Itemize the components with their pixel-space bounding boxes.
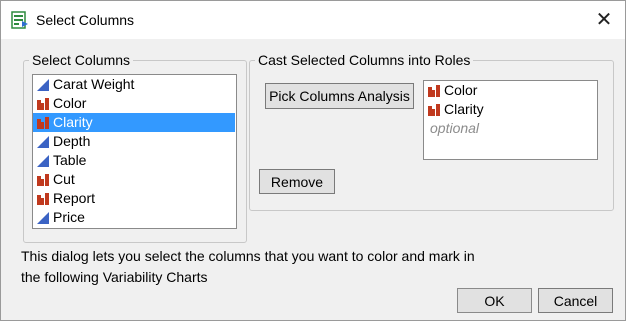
column-item-report[interactable]: Report	[33, 189, 236, 208]
pick-columns-analysis-button[interactable]: Pick Columns Analysis	[265, 83, 414, 109]
column-item-label: Report	[53, 190, 96, 206]
column-item-table[interactable]: Table	[33, 151, 236, 170]
info-text: This dialog lets you select the columns …	[21, 248, 475, 285]
column-item-label: Price	[53, 209, 85, 225]
column-item-label: Clarity	[53, 114, 93, 130]
continuous-icon	[37, 136, 49, 148]
select-columns-dialog: Select Columns ✕ Select Columns Carat We…	[0, 0, 626, 321]
column-item-color[interactable]: Color	[33, 94, 236, 113]
nominal-icon	[428, 104, 440, 116]
select-columns-label: Select Columns	[32, 52, 131, 68]
dialog-title: Select Columns	[36, 12, 135, 28]
continuous-icon	[37, 155, 49, 167]
column-item-carat-weight[interactable]: Carat Weight	[33, 75, 236, 94]
column-item-label: Carat Weight	[53, 76, 135, 92]
column-item-cut[interactable]: Cut	[33, 170, 236, 189]
role-item-color[interactable]: Color	[424, 81, 597, 100]
role-item-label: Clarity	[444, 101, 484, 117]
role-item-label: Color	[444, 82, 478, 98]
optional-placeholder: optional	[430, 120, 480, 136]
column-item-label: Color	[53, 95, 87, 111]
column-item-clarity[interactable]: Clarity	[33, 113, 235, 132]
app-icon	[11, 11, 28, 29]
title-bar: Select Columns ✕	[1, 1, 625, 39]
nominal-icon	[428, 85, 440, 97]
column-item-label: Cut	[53, 171, 75, 187]
ok-button[interactable]: OK	[457, 288, 532, 313]
column-item-label: Table	[53, 152, 87, 168]
cast-roles-label: Cast Selected Columns into Roles	[258, 52, 471, 68]
nominal-icon	[37, 98, 49, 110]
column-item-price[interactable]: Price	[33, 208, 236, 227]
role-item-clarity[interactable]: Clarity	[424, 100, 597, 119]
continuous-icon	[37, 212, 49, 224]
close-button[interactable]: ✕	[593, 9, 615, 31]
cancel-button[interactable]: Cancel	[538, 288, 613, 313]
column-item-depth[interactable]: Depth	[33, 132, 236, 151]
column-list[interactable]: Carat Weight Color Clarity Depth Table Cut Rep…	[32, 74, 237, 229]
nominal-icon	[37, 117, 49, 129]
assigned-roles-list[interactable]: Color Clarity optional	[423, 80, 598, 160]
continuous-icon	[37, 79, 49, 91]
nominal-icon	[37, 174, 49, 186]
nominal-icon	[37, 193, 49, 205]
remove-button[interactable]: Remove	[259, 169, 335, 194]
column-item-label: Depth	[53, 133, 91, 149]
